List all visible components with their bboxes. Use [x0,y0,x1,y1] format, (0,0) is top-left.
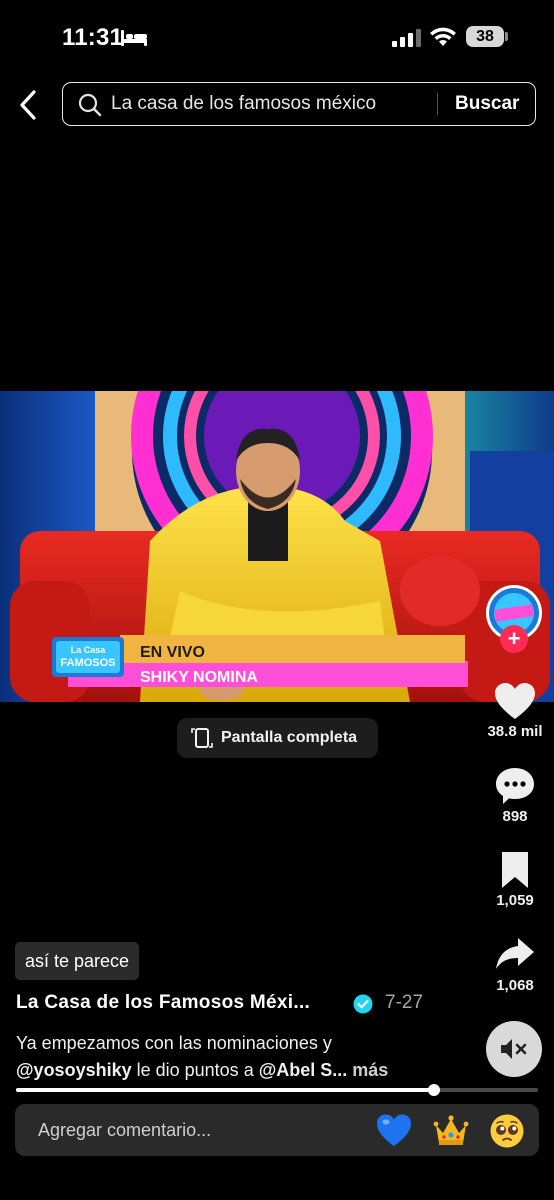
banner-line1: EN VIVO [140,644,205,661]
mention-link[interactable]: @Abel S... [259,1060,348,1080]
post-caption[interactable]: Ya empezamos con las nominaciones y @yos… [16,1030,486,1084]
blue-heart-emoji[interactable] [376,1113,412,1149]
share-icon[interactable] [494,935,536,975]
post-date: 7-27 [385,992,424,1013]
comment-count: 898 [502,808,528,825]
verified-icon [353,994,373,1014]
caption-line2: @yosoyshiky le dio puntos a @Abel S... m… [16,1057,486,1084]
caption-line1: Ya empezamos con las nominaciones y [16,1033,332,1053]
svg-text:La Casa: La Casa [71,645,107,655]
mention-link[interactable]: @yosoyshiky [16,1060,132,1080]
search-icon [78,93,102,117]
mute-button[interactable] [486,1021,542,1077]
share-count: 1,068 [496,977,534,994]
search-input[interactable]: La casa de los famosos méxico [111,93,376,115]
mute-icon [501,1039,527,1059]
save-count: 1,059 [496,892,534,909]
banner-line2: SHIKY NOMINA [140,669,258,686]
fullscreen-label: Pantalla completa [221,729,358,746]
battery-indicator: 38 [466,26,504,47]
battery-tip [505,32,508,41]
signal-icon [392,29,421,47]
video-frame: La Casa FAMOSOS EN VIVO SHIKY NOMINA [0,391,554,702]
fullscreen-button[interactable]: Pantalla completa [177,718,378,758]
caption-text: le dio puntos a [131,1060,259,1080]
like-count: 38.8 mil [487,723,543,740]
heart-icon[interactable] [494,682,536,722]
more-link[interactable]: más [347,1060,388,1080]
progress-fill [16,1088,434,1092]
wifi-icon [430,27,456,46]
back-icon[interactable] [14,88,42,122]
comment-icon[interactable] [494,766,536,806]
progress-handle[interactable] [427,1084,440,1096]
bookmark-icon[interactable] [494,850,536,890]
pleading-face-emoji[interactable] [489,1113,525,1149]
crown-emoji[interactable] [433,1113,469,1149]
tag-chip[interactable]: así te parece [15,942,140,980]
search-divider [437,93,438,115]
search-button[interactable]: Buscar [455,93,519,115]
svg-text:FAMOSOS: FAMOSOS [60,657,115,669]
follow-button[interactable]: + [500,625,528,653]
author-name[interactable]: La Casa de los Famosos Méxi... [16,992,310,1014]
status-time: 11:31 [62,24,124,51]
bed-icon [121,30,147,46]
video-player[interactable]: La Casa FAMOSOS EN VIVO SHIKY NOMINA [0,391,554,702]
comment-input[interactable]: Agregar comentario... [38,1120,211,1141]
fullscreen-icon [191,728,213,748]
